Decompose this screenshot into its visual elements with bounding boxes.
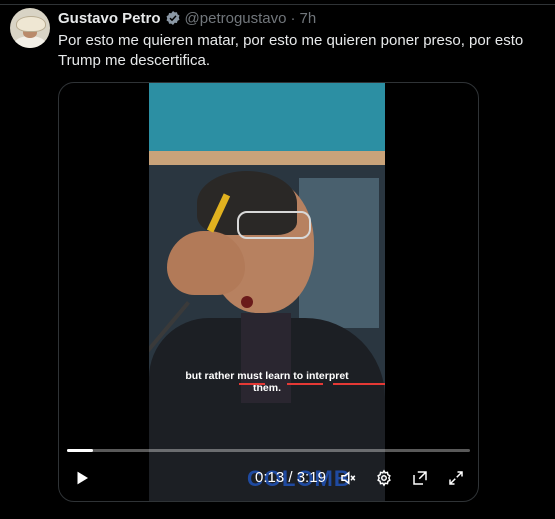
top-divider (0, 0, 555, 5)
video-caption: but rather must learn to interpret them. (149, 370, 385, 394)
author-handle[interactable]: @petrogustavo (185, 10, 287, 27)
gear-icon[interactable] (375, 469, 393, 487)
tweet-timestamp[interactable]: 7h (299, 10, 316, 27)
duration: 3:19 (296, 469, 326, 486)
avatar[interactable] (10, 8, 50, 48)
fullscreen-icon[interactable] (447, 469, 465, 487)
progress-fill (67, 449, 94, 452)
progress-bar[interactable] (67, 449, 470, 452)
play-icon[interactable] (73, 469, 91, 487)
video-player[interactable]: COLOMB but rather must learn to interpre… (58, 82, 479, 502)
tweet-text: Por esto me quieren matar, por esto me q… (58, 32, 524, 69)
current-time: 0:13 (255, 469, 285, 486)
popout-icon[interactable] (411, 469, 429, 487)
verified-badge-icon (166, 11, 179, 25)
mute-icon[interactable] (339, 469, 357, 487)
time-separator: / (288, 469, 293, 486)
caption-line-1: but rather must learn to interpret (185, 370, 349, 382)
player-controls: 0:13 / 3:19 (59, 463, 478, 493)
time-readout: 0:13 / 3:19 (255, 469, 326, 486)
header-separator: · (290, 9, 296, 27)
author-name[interactable]: Gustavo Petro (58, 10, 161, 27)
video-frame[interactable]: COLOMB (149, 83, 385, 501)
caption-underline-marks (239, 383, 419, 386)
tweet-header: Gustavo Petro @petrogustavo · 7h (58, 9, 316, 27)
